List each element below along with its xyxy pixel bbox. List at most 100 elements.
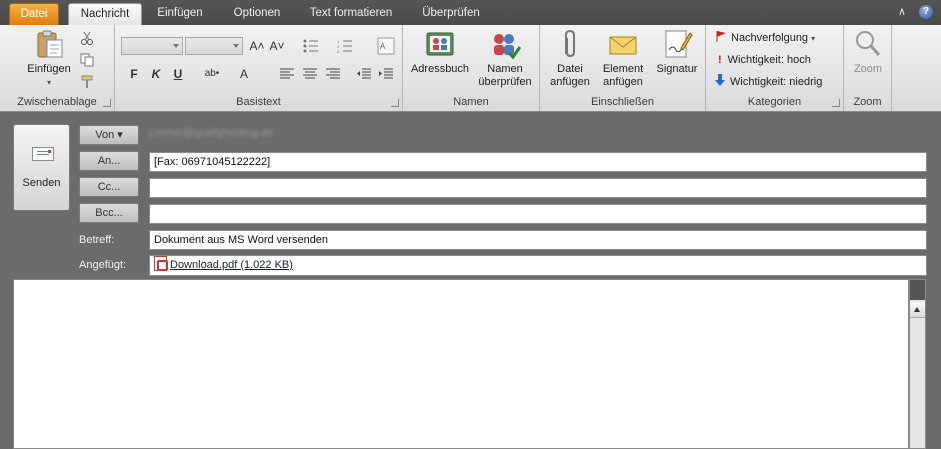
group-label-basic-text: Basistext [236, 96, 281, 108]
subject-label: Betreff: [79, 234, 115, 246]
cc-button[interactable]: Cc... [79, 177, 139, 197]
attach-item-label-2: anfügen [603, 76, 643, 88]
group-basic-text: A˄ A˅ 123 A F K U ab• A Basistext [115, 25, 403, 111]
tab-file[interactable]: Datei [9, 3, 59, 25]
paste-dropdown-icon[interactable]: ▾ [18, 76, 80, 89]
group-tags: Nachverfolgung ▾ ! Wichtigkeit: hoch Wicht… [706, 25, 844, 111]
pdf-file-icon [154, 256, 168, 271]
follow-up-label: Nachverfolgung [731, 32, 809, 44]
basic-text-dialog-launcher[interactable] [391, 99, 399, 107]
styles-icon[interactable]: A [377, 37, 395, 55]
tab-insert[interactable]: Einfügen [150, 3, 210, 25]
bold-button[interactable]: F [125, 65, 143, 83]
group-zoom: Zoom Zoom [844, 25, 892, 111]
svg-text:3: 3 [337, 49, 340, 53]
address-book-label: Adressbuch [410, 63, 470, 75]
address-book-icon [426, 32, 454, 56]
group-label-names: Namen [453, 96, 489, 108]
signature-button[interactable]: Signatur [650, 28, 704, 76]
paste-label: Einfügen [27, 63, 71, 75]
zoom-button-label: Zoom [853, 63, 883, 75]
from-button[interactable]: Von ▾ [79, 125, 139, 145]
high-importance-button[interactable]: ! Wichtigkeit: hoch [715, 50, 811, 70]
cut-icon[interactable] [80, 31, 94, 45]
attach-item-label-1: Element [602, 63, 644, 75]
tab-review[interactable]: Überprüfen [410, 3, 492, 25]
address-book-button[interactable]: Adressbuch [407, 28, 473, 76]
tab-options[interactable]: Optionen [222, 3, 292, 25]
follow-up-button[interactable]: Nachverfolgung ▾ [715, 28, 815, 48]
tab-format-text[interactable]: Text formatieren [300, 3, 402, 25]
message-body-editor[interactable] [13, 279, 909, 449]
grow-font-button[interactable]: A˄ [248, 37, 266, 55]
align-right-icon[interactable] [326, 68, 340, 80]
increase-indent-icon[interactable] [379, 68, 393, 80]
numbering-icon[interactable]: 123 [337, 39, 353, 53]
bullets-icon[interactable] [303, 39, 319, 53]
envelope-icon [609, 36, 637, 55]
ribbon-tab-bar: Datei Nachricht Einfügen Optionen Text f… [0, 0, 941, 25]
ruler-toggle-icon[interactable] [910, 280, 925, 300]
copy-icon[interactable] [80, 53, 94, 67]
minimize-ribbon-icon[interactable]: ∧ [898, 5, 906, 18]
cc-field[interactable] [149, 178, 927, 198]
font-size-combo[interactable] [185, 37, 243, 55]
bcc-button[interactable]: Bcc... [79, 203, 139, 223]
exclamation-icon: ! [718, 54, 722, 66]
check-names-button[interactable]: Namen überprüfen [473, 28, 537, 89]
attach-file-label-2: anfügen [550, 76, 590, 88]
help-icon[interactable]: ? [919, 5, 933, 19]
signature-icon [665, 30, 693, 58]
zoom-button[interactable]: Zoom [846, 28, 890, 76]
attachment-field: Download.pdf (1.022 KB) [149, 255, 927, 276]
check-names-icon [494, 34, 521, 60]
low-importance-label: Wichtigkeit: niedrig [730, 76, 823, 88]
attached-label: Angefügt: [79, 259, 127, 271]
check-names-label-1: Namen [487, 63, 523, 75]
high-importance-label: Wichtigkeit: hoch [727, 54, 811, 66]
attachment-link[interactable]: Download.pdf (1.022 KB) [170, 259, 293, 271]
group-label-clipboard: Zwischenablage [17, 96, 97, 108]
from-address: j.mmer@quallyhosting.de [149, 127, 274, 139]
format-painter-icon[interactable] [80, 75, 94, 89]
tab-message[interactable]: Nachricht [68, 3, 142, 25]
send-label: Senden [22, 177, 61, 189]
shrink-font-button[interactable]: A˅ [268, 37, 286, 55]
to-field[interactable]: [Fax: 06971045122222] [149, 152, 927, 172]
attach-file-button[interactable]: Datei anfügen [544, 28, 596, 89]
check-names-label-2: überprüfen [478, 76, 532, 88]
to-button[interactable]: An... [79, 151, 139, 171]
font-color-button[interactable]: A [235, 65, 253, 83]
group-include: Datei anfügen Element anfügen Signatur E… [540, 25, 706, 111]
down-arrow-icon [715, 74, 725, 86]
font-name-combo[interactable] [121, 37, 183, 55]
subject-field[interactable]: Dokument aus MS Word versenden [149, 230, 927, 250]
underline-button[interactable]: U [169, 65, 187, 83]
bcc-field[interactable] [149, 204, 927, 224]
low-importance-button[interactable]: Wichtigkeit: niedrig [715, 72, 822, 92]
vertical-scrollbar[interactable] [909, 279, 926, 449]
clipboard-paste-icon [37, 30, 63, 58]
italic-button[interactable]: K [147, 65, 165, 83]
tags-dialog-launcher[interactable] [832, 99, 840, 107]
ribbon: Einfügen ▾ Zwischenablage A˄ A˅ 123 A F … [0, 25, 941, 112]
paste-button[interactable]: Einfügen ▾ [18, 28, 80, 89]
group-label-zoom: Zoom [853, 96, 882, 108]
signature-label: Signatur [656, 63, 698, 75]
clipboard-dialog-launcher[interactable] [103, 99, 111, 107]
align-center-icon[interactable] [303, 68, 317, 80]
scroll-up-icon[interactable] [910, 302, 925, 318]
flag-icon [716, 31, 726, 42]
attach-item-button[interactable]: Element anfügen [596, 28, 650, 89]
magnifier-icon [856, 31, 881, 56]
highlight-button[interactable]: ab• [199, 65, 225, 83]
compose-area: Senden Von ▾ j.mmer@quallyhosting.de An.… [0, 113, 941, 449]
send-button[interactable]: Senden [13, 124, 70, 211]
align-left-icon[interactable] [280, 68, 294, 80]
svg-text:A: A [380, 42, 386, 51]
paperclip-icon [565, 29, 575, 58]
decrease-indent-icon[interactable] [357, 68, 371, 80]
attach-file-label-1: Datei [557, 63, 583, 75]
send-envelope-icon [32, 147, 54, 161]
group-clipboard: Einfügen ▾ Zwischenablage [0, 25, 115, 111]
